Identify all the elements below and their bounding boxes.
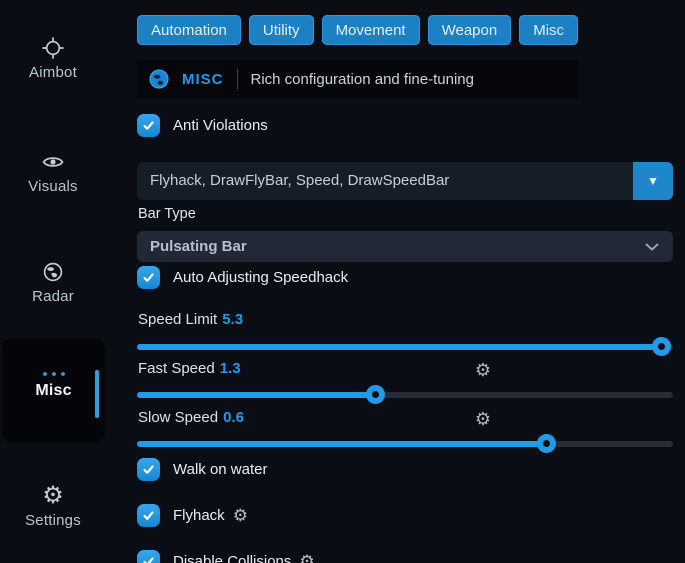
disable-collisions-gear-icon[interactable]: ⚙ bbox=[299, 553, 314, 563]
disable-collisions-row[interactable]: Disable Collisions ⚙ bbox=[137, 550, 315, 563]
globe-icon bbox=[149, 69, 169, 89]
speed-limit-label: Speed Limit 5.3 bbox=[138, 311, 243, 328]
section-header: MISC Rich configuration and fine-tuning bbox=[137, 60, 578, 98]
anti-violations-checkbox[interactable] bbox=[137, 114, 160, 137]
sidebar-item-label: Radar bbox=[0, 288, 106, 305]
slow-speed-gear-icon[interactable]: ⚙ bbox=[473, 409, 493, 429]
ellipsis-icon bbox=[2, 338, 105, 374]
tab-automation[interactable]: Automation bbox=[137, 15, 241, 45]
disable-collisions-label: Disable Collisions bbox=[173, 553, 291, 563]
fast-speed-gear-icon[interactable]: ⚙ bbox=[473, 360, 493, 380]
sidebar-item-misc[interactable]: Misc bbox=[2, 338, 105, 442]
sidebar-item-aimbot[interactable]: Aimbot bbox=[0, 36, 106, 81]
sidebar-item-label: Visuals bbox=[0, 178, 106, 195]
walk-on-water-row[interactable]: Walk on water bbox=[137, 458, 267, 481]
sidebar-item-radar[interactable]: Radar bbox=[0, 260, 106, 305]
page-subtitle: Rich configuration and fine-tuning bbox=[251, 71, 474, 88]
slider-name: Speed Limit bbox=[138, 311, 217, 328]
bar-flags-value: Flyhack, DrawFlyBar, Speed, DrawSpeedBar bbox=[137, 162, 673, 200]
bar-type-value: Pulsating Bar bbox=[137, 231, 673, 262]
slider-fill bbox=[137, 344, 661, 350]
walk-on-water-checkbox[interactable] bbox=[137, 458, 160, 481]
flyhack-label: Flyhack bbox=[173, 507, 225, 524]
main-content: Automation Utility Movement Weapon Misc … bbox=[137, 0, 673, 563]
sidebar-item-visuals[interactable]: Visuals bbox=[0, 150, 106, 195]
disable-collisions-checkbox[interactable] bbox=[137, 550, 160, 563]
tab-utility[interactable]: Utility bbox=[249, 15, 314, 45]
selected-indicator bbox=[95, 370, 99, 418]
walk-on-water-label: Walk on water bbox=[173, 461, 267, 478]
triangle-down-icon: ▼ bbox=[647, 174, 659, 188]
flyhack-checkbox[interactable] bbox=[137, 504, 160, 527]
slider-handle[interactable] bbox=[537, 434, 556, 453]
bar-type-select[interactable]: Pulsating Bar bbox=[137, 231, 673, 262]
gear-icon: ⚙ bbox=[0, 484, 106, 508]
slider-fill bbox=[137, 392, 376, 398]
slider-name: Slow Speed bbox=[138, 409, 218, 426]
category-tabs: Automation Utility Movement Weapon Misc bbox=[137, 15, 578, 45]
slider-value: 1.3 bbox=[220, 360, 241, 377]
tab-movement[interactable]: Movement bbox=[322, 15, 420, 45]
anti-violations-row[interactable]: Anti Violations bbox=[137, 114, 268, 137]
sidebar-item-label: Aimbot bbox=[0, 64, 106, 81]
checkmark-icon bbox=[142, 463, 155, 476]
auto-adjusting-speedhack-label: Auto Adjusting Speedhack bbox=[173, 269, 348, 286]
fast-speed-slider[interactable] bbox=[137, 392, 673, 398]
slider-handle[interactable] bbox=[366, 385, 385, 404]
bar-flags-dropdown-button[interactable]: ▼ bbox=[633, 162, 673, 200]
speed-limit-slider[interactable] bbox=[137, 344, 673, 350]
globe-icon bbox=[0, 260, 106, 284]
flyhack-gear-icon[interactable]: ⚙ bbox=[233, 507, 248, 524]
slider-name: Fast Speed bbox=[138, 360, 215, 377]
chevron-down-icon bbox=[645, 243, 659, 251]
slow-speed-slider[interactable] bbox=[137, 441, 673, 447]
auto-adjusting-speedhack-checkbox[interactable] bbox=[137, 266, 160, 289]
checkmark-icon bbox=[142, 509, 155, 522]
slider-value: 5.3 bbox=[222, 311, 243, 328]
slider-value: 0.6 bbox=[223, 409, 244, 426]
slow-speed-label: Slow Speed 0.6 bbox=[138, 409, 244, 426]
sidebar-item-label: Misc bbox=[2, 382, 105, 400]
tab-misc[interactable]: Misc bbox=[519, 15, 578, 45]
slider-fill bbox=[137, 441, 547, 447]
divider bbox=[237, 69, 238, 89]
bar-flags-multiselect[interactable]: Flyhack, DrawFlyBar, Speed, DrawSpeedBar… bbox=[137, 162, 673, 200]
eye-icon bbox=[0, 150, 106, 174]
flyhack-row[interactable]: Flyhack ⚙ bbox=[137, 504, 248, 527]
fast-speed-label: Fast Speed 1.3 bbox=[138, 360, 241, 377]
crosshair-icon bbox=[0, 36, 106, 60]
slider-handle[interactable] bbox=[652, 337, 671, 356]
tab-weapon[interactable]: Weapon bbox=[428, 15, 512, 45]
sidebar: Aimbot Visuals Radar Mi bbox=[0, 0, 130, 563]
checkmark-icon bbox=[142, 271, 155, 284]
anti-violations-label: Anti Violations bbox=[173, 117, 268, 134]
sidebar-item-label: Settings bbox=[0, 512, 106, 529]
sidebar-item-settings[interactable]: ⚙ Settings bbox=[0, 484, 106, 529]
auto-adjusting-speedhack-row[interactable]: Auto Adjusting Speedhack bbox=[137, 266, 348, 289]
bar-type-label: Bar Type bbox=[138, 206, 196, 222]
checkmark-icon bbox=[142, 119, 155, 132]
checkmark-icon bbox=[142, 555, 155, 563]
page-title: MISC bbox=[182, 71, 224, 88]
